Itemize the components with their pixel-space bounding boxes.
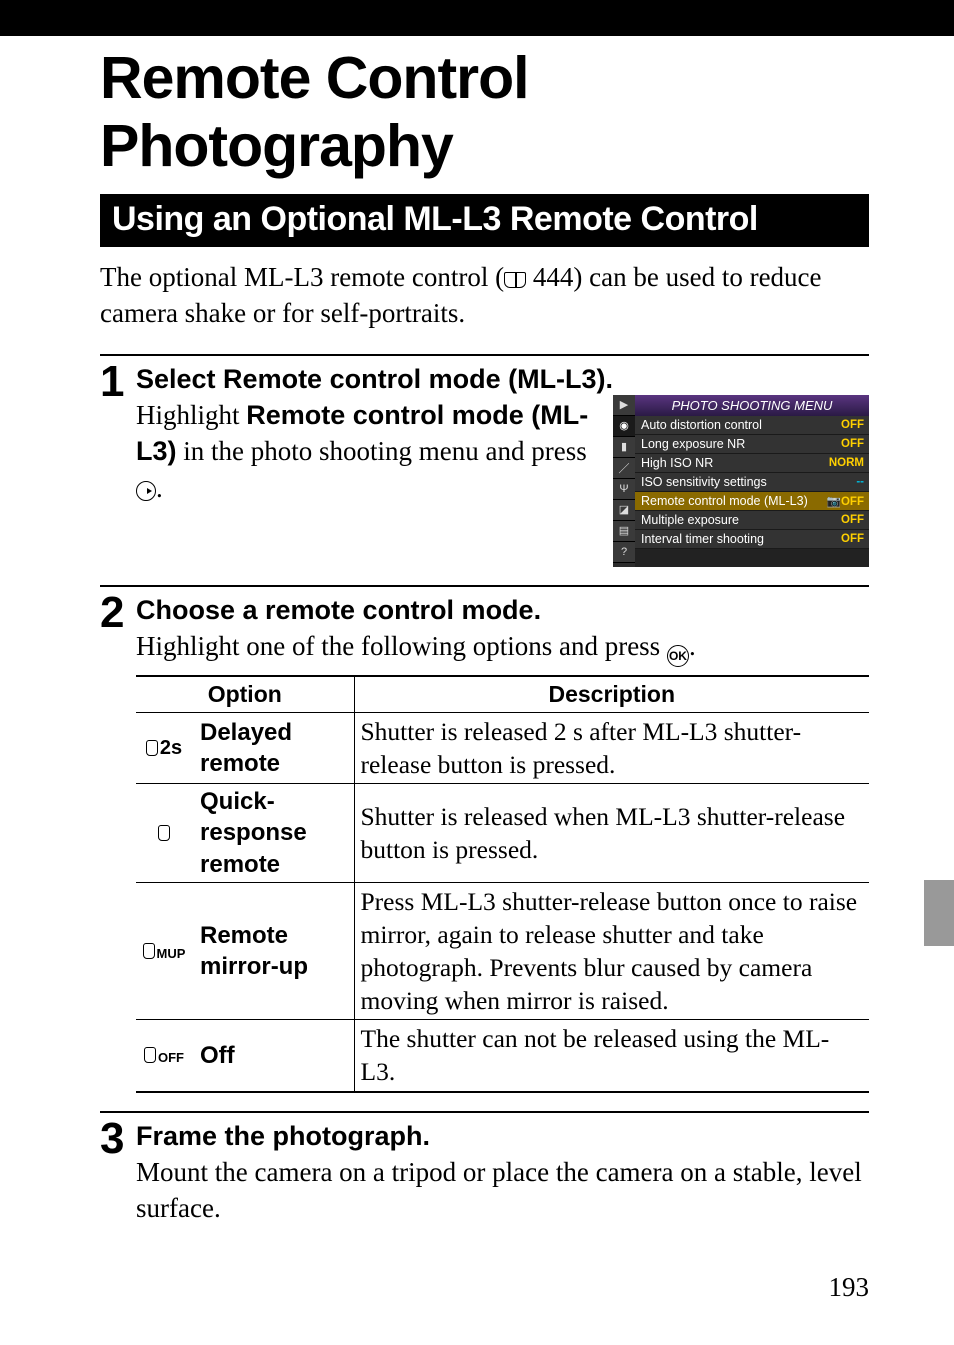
remote-icon [146, 737, 158, 759]
step2-text-a: Highlight one of the following options a… [136, 631, 667, 661]
camera-tab: ? [613, 542, 635, 563]
option-label: Delayed remote [194, 712, 354, 783]
page-content: Remote Control Photography Using an Opti… [0, 44, 954, 1226]
option-icon-suffix: MUP [157, 946, 186, 961]
option-description: Press ML-L3 shutter-release button once … [354, 882, 869, 1020]
option-icon-cell [136, 784, 194, 883]
camera-menu-row-label: Multiple exposure [641, 513, 739, 527]
camera-menu-row-value: OFF [841, 438, 864, 450]
camera-tab: ▮ [613, 437, 635, 458]
separator [100, 354, 869, 356]
option-label: Remote mirror-up [194, 882, 354, 1020]
table-header-description: Description [354, 676, 869, 713]
camera-menu-row-value: OFF [841, 419, 864, 431]
remote-icon [158, 822, 170, 844]
camera-tab: ◉ [613, 416, 635, 437]
step-number: 3 [100, 1117, 136, 1161]
option-icon-cell: 2s [136, 712, 194, 783]
option-icon-suffix: 2s [160, 737, 182, 759]
option-icon-cell: OFF [136, 1020, 194, 1092]
table-row: 2s Delayed remoteShutter is released 2 s … [136, 712, 869, 783]
step-heading: Frame the photograph. [136, 1121, 869, 1152]
table-row: Quick-response remoteShutter is released… [136, 784, 869, 883]
step1-line-a: Highlight [136, 400, 246, 430]
options-table: Option Description 2s Delayed remoteShutt… [136, 675, 869, 1093]
option-label: Quick-response remote [194, 784, 354, 883]
camera-menu-row: ISO sensitivity settings -- [635, 473, 869, 492]
camera-menu-row: Long exposure NR OFF [635, 435, 869, 454]
option-description: Shutter is released when ML-L3 shutter-r… [354, 784, 869, 883]
book-icon [504, 272, 526, 288]
page-title: Remote Control Photography [100, 44, 869, 180]
camera-menu-row: Multiple exposure OFF [635, 511, 869, 530]
table-row: OFF OffThe shutter can not be released us… [136, 1020, 869, 1092]
option-icon-cell: MUP [136, 882, 194, 1020]
camera-menu-screenshot: ▶ ◉ ▮ ／ Ψ ◪ ▤ ? PHOTO SHOOTING MENU Auto… [613, 395, 869, 567]
camera-menu-row-value: NORM [829, 457, 864, 469]
step1-line-c: . [156, 473, 163, 503]
section-header: Using an Optional ML-L3 Remote Control [100, 194, 869, 247]
camera-tab: ▤ [613, 521, 635, 542]
option-icon-suffix: OFF [158, 1050, 184, 1065]
step-3: 3 Frame the photograph. Mount the camera… [100, 1121, 869, 1227]
camera-menu-row-value: OFF [841, 533, 864, 545]
step-1-text: Highlight Remote control mode (ML-L3) in… [136, 397, 599, 567]
camera-menu-title: PHOTO SHOOTING MENU [635, 395, 869, 416]
remote-icon [144, 1044, 156, 1066]
step-heading: Choose a remote control mode. [136, 595, 869, 626]
step2-text-b: . [689, 631, 696, 661]
camera-tab: ／ [613, 458, 635, 479]
side-thumb-tab [924, 880, 954, 946]
step-heading: Select Remote control mode (ML-L3). [136, 364, 869, 395]
step-1: 1 Select Remote control mode (ML-L3). Hi… [100, 364, 869, 567]
step-number: 2 [100, 591, 136, 635]
camera-menu-blank-row [635, 549, 869, 567]
camera-menu-row-label: Remote control mode (ML-L3) [641, 494, 808, 508]
intro-paragraph: The optional ML-L3 remote control ( 444)… [100, 259, 869, 332]
camera-menu-row: Auto distortion control OFF [635, 416, 869, 435]
table-header-option: Option [136, 676, 354, 713]
dpad-right-icon [136, 481, 156, 501]
camera-menu-main: PHOTO SHOOTING MENU Auto distortion cont… [635, 395, 869, 567]
separator [100, 1111, 869, 1113]
separator [100, 585, 869, 587]
camera-tab: ◪ [613, 500, 635, 521]
table-row: MUP Remote mirror-upPress ML-L3 shutter-r… [136, 882, 869, 1020]
camera-menu-row-label: Interval timer shooting [641, 532, 764, 546]
intro-text-a: The optional ML-L3 remote control ( [100, 262, 504, 292]
camera-menu-row: Interval timer shooting OFF [635, 530, 869, 549]
camera-tab: Ψ [613, 479, 635, 500]
step-2: 2 Choose a remote control mode. Highligh… [100, 595, 869, 1093]
option-description: Shutter is released 2 s after ML-L3 shut… [354, 712, 869, 783]
step-2-text: Highlight one of the following options a… [136, 628, 869, 667]
camera-menu-row-value: OFF [841, 514, 864, 526]
camera-menu-row-value: -- [856, 476, 864, 488]
camera-menu-row: Remote control mode (ML-L3) 📷OFF [635, 492, 869, 511]
page-number: 193 [829, 1272, 870, 1303]
camera-menu-row-value: 📷OFF [827, 494, 864, 508]
ok-button-icon: OK [667, 645, 689, 667]
option-label: Off [194, 1020, 354, 1092]
camera-menu-row-label: ISO sensitivity settings [641, 475, 767, 489]
camera-menu-row-label: High ISO NR [641, 456, 713, 470]
step-3-text: Mount the camera on a tripod or place th… [136, 1154, 869, 1227]
camera-tab: ▶ [613, 395, 635, 416]
step-number: 1 [100, 360, 136, 404]
top-black-bar [0, 0, 954, 36]
camera-menu-row: High ISO NR NORM [635, 454, 869, 473]
camera-menu-tabs: ▶ ◉ ▮ ／ Ψ ◪ ▤ ? [613, 395, 635, 567]
remote-icon [143, 940, 155, 962]
step1-line-b: in the photo shooting menu and press [177, 436, 587, 466]
camera-menu-row-label: Auto distortion control [641, 418, 762, 432]
camera-menu-row-label: Long exposure NR [641, 437, 745, 451]
option-description: The shutter can not be released using th… [354, 1020, 869, 1092]
